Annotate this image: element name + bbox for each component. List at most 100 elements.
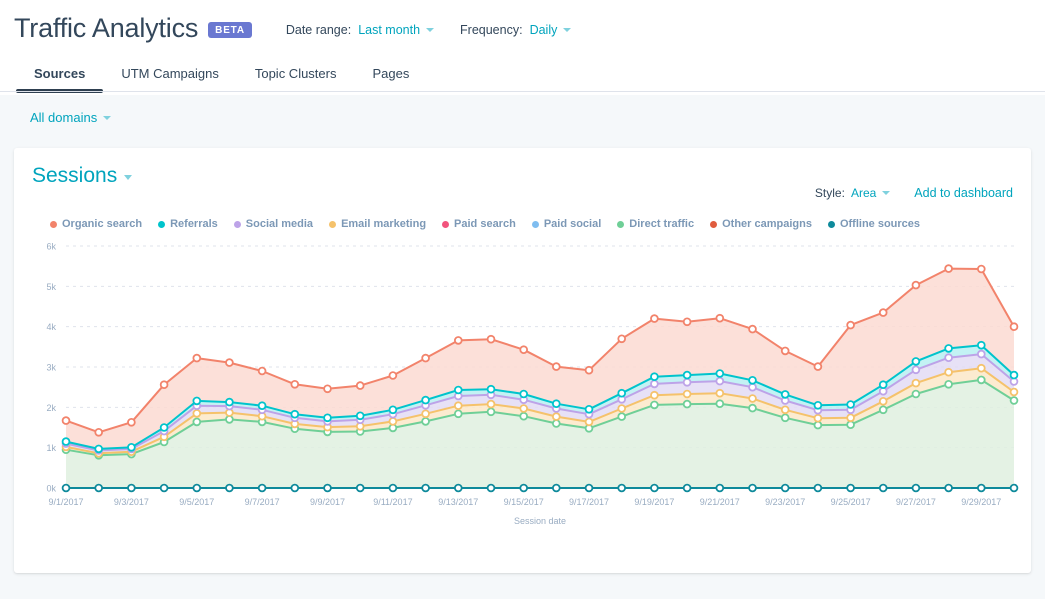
data-point-marker[interactable]: [650, 483, 659, 493]
data-point-marker[interactable]: [519, 411, 529, 421]
data-point-marker[interactable]: [813, 420, 823, 430]
data-point-marker[interactable]: [682, 399, 692, 409]
data-point-marker[interactable]: [551, 362, 561, 371]
data-point-marker[interactable]: [486, 483, 496, 493]
data-point-marker[interactable]: [780, 413, 790, 423]
data-point-marker[interactable]: [551, 412, 561, 421]
data-point-marker[interactable]: [780, 346, 790, 356]
data-point-marker[interactable]: [192, 396, 202, 406]
data-point-marker[interactable]: [61, 416, 71, 425]
data-point-marker[interactable]: [650, 379, 659, 389]
data-point-marker[interactable]: [911, 389, 921, 399]
data-point-marker[interactable]: [944, 344, 953, 353]
data-point-marker[interactable]: [388, 417, 398, 426]
data-point-marker[interactable]: [682, 389, 692, 399]
data-point-marker[interactable]: [421, 395, 430, 405]
legend-item[interactable]: Direct traffic: [617, 218, 694, 230]
data-point-marker[interactable]: [1009, 322, 1019, 331]
data-point-marker[interactable]: [290, 380, 300, 389]
data-point-marker[interactable]: [617, 483, 626, 493]
data-point-marker[interactable]: [617, 404, 626, 413]
data-point-marker[interactable]: [846, 413, 855, 423]
data-point-marker[interactable]: [1009, 370, 1019, 380]
data-point-marker[interactable]: [650, 400, 659, 410]
data-point-marker[interactable]: [944, 380, 953, 389]
data-point-marker[interactable]: [159, 380, 169, 390]
data-point-marker[interactable]: [257, 401, 267, 411]
sessions-stacked-area-chart[interactable]: 0k 1k 2k 3k 4k 5k 6k 9/1/2017 9/3/2017 9/5/2017 9/…: [14, 238, 1031, 528]
data-point-marker[interactable]: [878, 397, 888, 406]
data-point-marker[interactable]: [1009, 396, 1019, 405]
legend-item[interactable]: Organic search: [50, 218, 142, 230]
data-point-marker[interactable]: [225, 397, 234, 407]
data-point-marker[interactable]: [944, 264, 953, 273]
data-point-marker[interactable]: [584, 483, 594, 493]
data-point-marker[interactable]: [486, 407, 496, 417]
data-point-marker[interactable]: [911, 357, 921, 366]
data-point-marker[interactable]: [192, 409, 202, 418]
data-point-marker[interactable]: [486, 399, 496, 409]
data-point-marker[interactable]: [225, 483, 234, 493]
data-point-marker[interactable]: [1009, 483, 1019, 493]
data-point-marker[interactable]: [748, 483, 757, 493]
data-point-marker[interactable]: [519, 345, 529, 354]
data-point-marker[interactable]: [650, 372, 659, 382]
data-point-marker[interactable]: [682, 317, 692, 327]
tab-topic-clusters[interactable]: Topic Clusters: [237, 66, 355, 92]
data-point-marker[interactable]: [813, 401, 823, 410]
data-point-marker[interactable]: [421, 417, 430, 426]
data-point-marker[interactable]: [61, 483, 71, 493]
data-point-marker[interactable]: [944, 483, 953, 493]
data-point-marker[interactable]: [878, 483, 888, 493]
data-point-marker[interactable]: [94, 483, 103, 493]
data-point-marker[interactable]: [715, 313, 725, 323]
data-point-marker[interactable]: [715, 369, 725, 378]
data-point-marker[interactable]: [94, 428, 103, 437]
data-point-marker[interactable]: [519, 404, 529, 413]
data-point-marker[interactable]: [813, 483, 823, 493]
data-point-marker[interactable]: [519, 483, 529, 493]
data-point-marker[interactable]: [976, 483, 986, 493]
data-point-marker[interactable]: [355, 411, 365, 421]
data-point-marker[interactable]: [846, 400, 855, 409]
frequency-filter[interactable]: Frequency: Daily: [460, 23, 572, 37]
data-point-marker[interactable]: [421, 483, 430, 493]
data-point-marker[interactable]: [650, 390, 659, 400]
legend-item[interactable]: Paid social: [531, 218, 601, 230]
date-range-value[interactable]: Last month: [358, 23, 435, 37]
data-point-marker[interactable]: [748, 394, 757, 403]
data-point-marker[interactable]: [453, 336, 463, 345]
data-point-marker[interactable]: [748, 376, 757, 385]
data-point-marker[interactable]: [878, 308, 888, 317]
data-point-marker[interactable]: [976, 363, 986, 373]
data-point-marker[interactable]: [976, 264, 986, 274]
data-point-marker[interactable]: [486, 384, 496, 394]
data-point-marker[interactable]: [617, 412, 626, 421]
data-point-marker[interactable]: [94, 444, 103, 454]
data-point-marker[interactable]: [323, 483, 332, 493]
data-point-marker[interactable]: [715, 483, 725, 493]
data-point-marker[interactable]: [388, 483, 398, 493]
data-point-marker[interactable]: [192, 353, 202, 363]
data-point-marker[interactable]: [225, 358, 234, 367]
data-point-marker[interactable]: [1009, 387, 1019, 397]
data-point-marker[interactable]: [453, 385, 463, 395]
data-point-marker[interactable]: [780, 390, 790, 399]
data-point-marker[interactable]: [551, 483, 561, 493]
data-point-marker[interactable]: [225, 415, 234, 424]
data-point-marker[interactable]: [976, 375, 986, 385]
data-point-marker[interactable]: [748, 382, 757, 392]
data-point-marker[interactable]: [323, 384, 332, 394]
data-point-marker[interactable]: [584, 365, 594, 375]
data-point-marker[interactable]: [584, 405, 594, 414]
legend-item[interactable]: Offline sources: [827, 218, 920, 230]
data-point-marker[interactable]: [584, 417, 594, 427]
data-point-marker[interactable]: [748, 403, 757, 413]
data-point-marker[interactable]: [551, 399, 561, 409]
data-point-marker[interactable]: [878, 380, 888, 390]
data-point-marker[interactable]: [355, 483, 365, 493]
data-point-marker[interactable]: [748, 324, 757, 334]
data-point-marker[interactable]: [61, 437, 71, 446]
legend-item[interactable]: Other campaigns: [710, 218, 812, 230]
data-point-marker[interactable]: [944, 367, 953, 377]
